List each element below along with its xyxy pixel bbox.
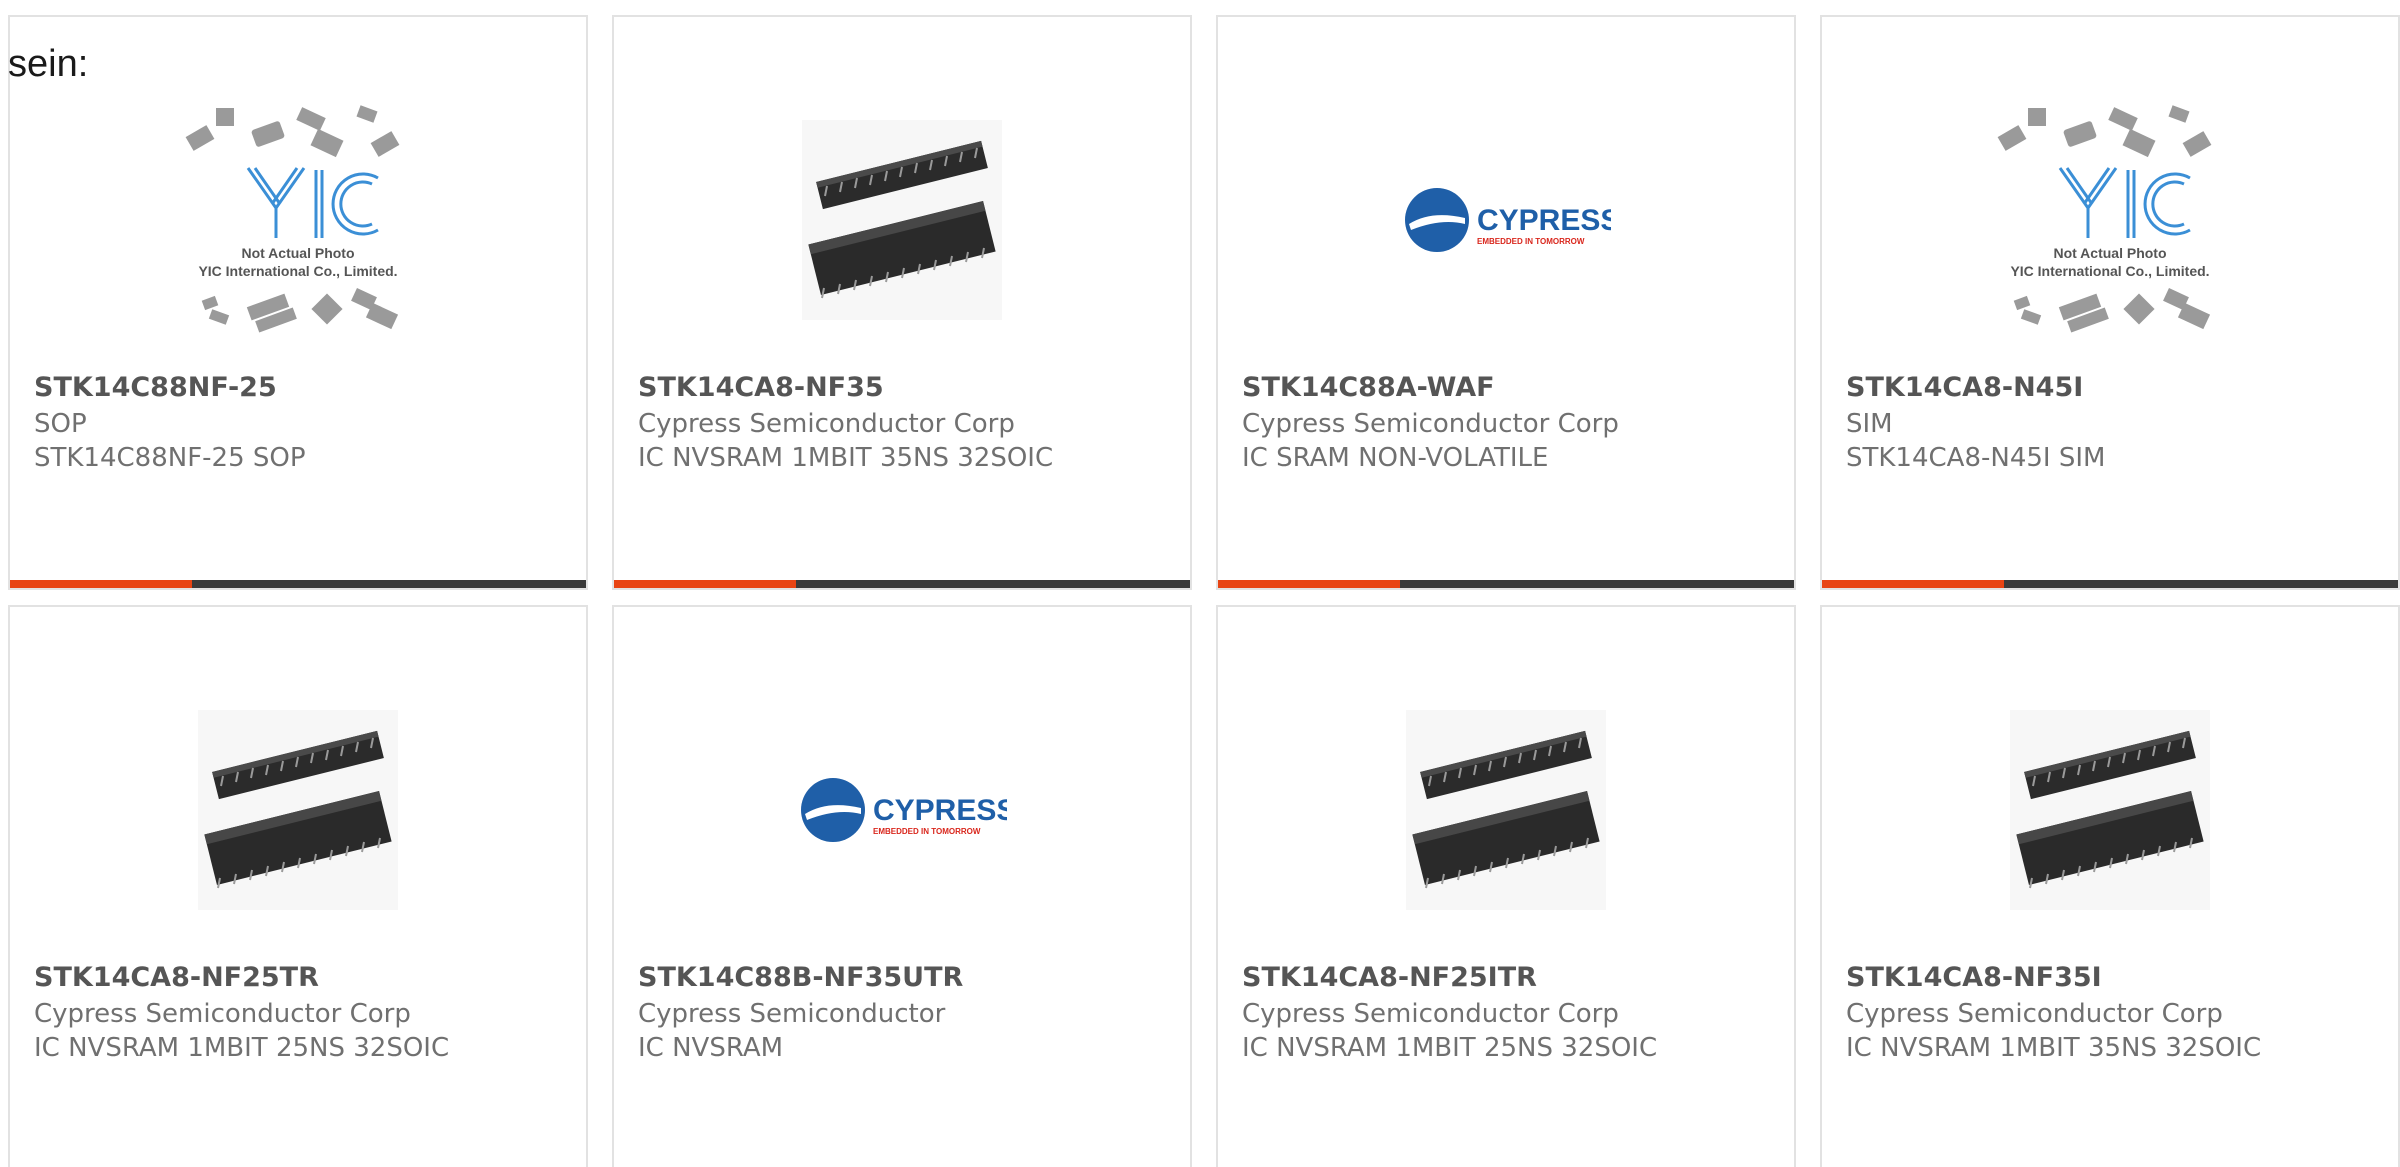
description: IC NVSRAM 1MBIT 25NS 32SOIC (34, 1033, 450, 1063)
manufacturer: Cypress Semiconductor Corp (1242, 409, 1619, 439)
part-number[interactable]: STK14C88B-NF35UTR (638, 962, 963, 993)
product-image[interactable] (1218, 667, 1794, 952)
product-card[interactable]: Not Actual Photo YIC International Co., … (1820, 15, 2400, 590)
product-card[interactable]: STK14CA8-NF35 Cypress Semiconductor Corp… (612, 15, 1192, 590)
description: IC NVSRAM (638, 1033, 784, 1063)
product-card[interactable]: STK14CA8-NF25TR Cypress Semiconductor Co… (8, 605, 588, 1167)
card-bottom-bar (1822, 580, 2398, 588)
svg-text:YIC International Co., Limited: YIC International Co., Limited. (198, 263, 397, 279)
manufacturer: Cypress Semiconductor Corp (1242, 999, 1619, 1029)
manufacturer: Cypress Semiconductor Corp (34, 999, 411, 1029)
product-card[interactable]: Not Actual Photo YIC International Co., … (8, 15, 588, 590)
product-image[interactable]: Not Actual Photo YIC International Co., … (10, 77, 586, 362)
svg-text:Not Actual Photo: Not Actual Photo (241, 245, 354, 261)
product-image[interactable]: CYPRESS EMBEDDED IN TOMORROW (1218, 77, 1794, 362)
product-card[interactable]: STK14CA8-NF25ITR Cypress Semiconductor C… (1216, 605, 1796, 1167)
part-number[interactable]: STK14C88A-WAF (1242, 372, 1495, 403)
part-number[interactable]: STK14CA8-N45I (1846, 372, 2083, 403)
card-accent-bar (1218, 580, 1400, 588)
card-bottom-bar (1218, 580, 1794, 588)
description: IC SRAM NON-VOLATILE (1242, 443, 1549, 473)
svg-text:EMBEDDED IN TOMORROW: EMBEDDED IN TOMORROW (1477, 237, 1585, 246)
part-number[interactable]: STK14CA8-NF25ITR (1242, 962, 1537, 993)
manufacturer: SOP (34, 409, 87, 439)
manufacturer: Cypress Semiconductor Corp (1846, 999, 2223, 1029)
intro-text: sein: (8, 43, 89, 85)
product-image[interactable] (10, 667, 586, 952)
part-number[interactable]: STK14CA8-NF25TR (34, 962, 319, 993)
card-accent-bar (10, 580, 192, 588)
product-image[interactable]: Not Actual Photo YIC International Co., … (1822, 77, 2398, 362)
description: STK14C88NF-25 SOP (34, 443, 306, 473)
manufacturer: SIM (1846, 409, 1893, 439)
product-card[interactable]: STK14CA8-NF35I Cypress Semiconductor Cor… (1820, 605, 2400, 1167)
description: IC NVSRAM 1MBIT 25NS 32SOIC (1242, 1033, 1658, 1063)
yic-placeholder-image: Not Actual Photo YIC International Co., … (1997, 104, 2212, 332)
product-card[interactable]: CYPRESS EMBEDDED IN TOMORROW STK14C88B-N… (612, 605, 1192, 1167)
product-image[interactable]: CYPRESS EMBEDDED IN TOMORROW (614, 667, 1190, 952)
manufacturer: Cypress Semiconductor Corp (638, 409, 1015, 439)
part-number[interactable]: STK14CA8-NF35I (1846, 962, 2102, 993)
chip-photo-image (2010, 709, 2210, 910)
product-image[interactable] (1822, 667, 2398, 952)
description: IC NVSRAM 1MBIT 35NS 32SOIC (1846, 1033, 2262, 1063)
product-image[interactable] (614, 77, 1190, 362)
card-accent-bar (614, 580, 796, 588)
svg-text:CYPRESS: CYPRESS (873, 794, 1007, 827)
svg-text:CYPRESS: CYPRESS (1477, 204, 1611, 237)
card-bottom-bar (614, 580, 1190, 588)
card-accent-bar (1822, 580, 2004, 588)
svg-text:EMBEDDED IN TOMORROW: EMBEDDED IN TOMORROW (873, 827, 981, 836)
chip-photo-image (1406, 709, 1606, 910)
description: IC NVSRAM 1MBIT 35NS 32SOIC (638, 443, 1054, 473)
cypress-logo: CYPRESS EMBEDDED IN TOMORROW (801, 777, 1007, 842)
cypress-logo: CYPRESS EMBEDDED IN TOMORROW (1405, 187, 1611, 252)
svg-text:YIC International Co., Limited: YIC International Co., Limited. (2010, 263, 2209, 279)
part-number[interactable]: STK14CA8-NF35 (638, 372, 884, 403)
svg-text:Not Actual Photo: Not Actual Photo (2053, 245, 2166, 261)
manufacturer: Cypress Semiconductor (638, 999, 946, 1029)
yic-placeholder-image: Not Actual Photo YIC International Co., … (185, 104, 400, 332)
product-card[interactable]: CYPRESS EMBEDDED IN TOMORROW STK14C88A-W… (1216, 15, 1796, 590)
chip-photo-image (802, 119, 1002, 320)
chip-photo-image (198, 709, 398, 910)
description: STK14CA8-N45I SIM (1846, 443, 2106, 473)
card-bottom-bar (10, 580, 586, 588)
part-number[interactable]: STK14C88NF-25 (34, 372, 277, 403)
